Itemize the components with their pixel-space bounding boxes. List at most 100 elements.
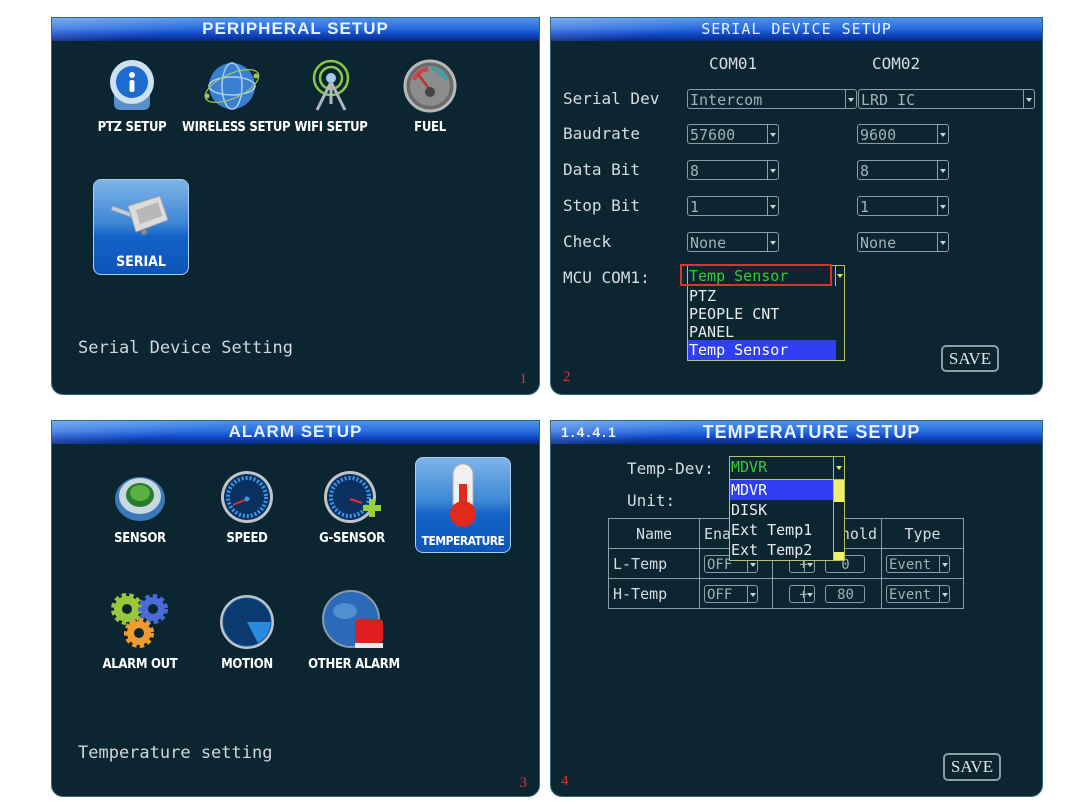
temp-dev-option-mdvr[interactable]: MDVR	[730, 480, 833, 500]
temperature-tile[interactable]: TEMPERATURE	[415, 457, 511, 553]
com01-check-select[interactable]: None	[687, 232, 779, 252]
panel-title: 1.4.4.1 TEMPERATURE SETUP	[551, 421, 1042, 444]
wifi-setup-item[interactable]: WIFI SETUP	[281, 58, 381, 135]
thermometer-icon	[450, 463, 476, 527]
sensor-item[interactable]: SENSOR	[90, 469, 190, 546]
temp-dev-dropdown[interactable]: MDVR MDVR DISK Ext Temp1 Ext Temp2	[729, 456, 845, 561]
temp-dev-option-ext-temp1[interactable]: Ext Temp1	[730, 520, 844, 540]
h-temp-sign-select[interactable]: +	[789, 584, 816, 603]
com02-data-bit-select[interactable]: 8	[857, 160, 949, 180]
chevron-down-icon	[1023, 90, 1034, 108]
save-button[interactable]: SAVE	[941, 345, 999, 372]
serial-device-setup-panel: SERIAL DEVICE SETUP COM01 COM02 Serial D…	[550, 17, 1043, 395]
temp-dev-option-disk[interactable]: DISK	[730, 500, 844, 520]
step-number: 1	[519, 371, 528, 387]
fuel-item[interactable]: FUEL	[380, 58, 480, 135]
serial-dev-label: Serial Dev	[563, 89, 660, 108]
ptz-camera-icon	[110, 60, 154, 110]
chevron-down-icon	[833, 457, 844, 479]
panel-title: SERIAL DEVICE SETUP	[551, 18, 1042, 41]
serial-tile[interactable]: SERIAL	[93, 179, 189, 275]
menu-number: 1.4.4.1	[561, 424, 618, 440]
panel-title: PERIPHERAL SETUP	[52, 18, 539, 41]
peripheral-setup-panel: PERIPHERAL SETUP PTZ SETUP WIRELESS SETU…	[51, 17, 540, 395]
check-label: Check	[563, 232, 612, 251]
chevron-down-icon	[767, 125, 778, 143]
com01-stop-bit-select[interactable]: 1	[687, 196, 779, 216]
mcu-option-people-cnt[interactable]: PEOPLE CNT	[688, 304, 844, 324]
table-row: H-Temp OFF + 80 Event	[608, 578, 964, 609]
wireless-setup-item[interactable]: WIRELESS SETUP	[182, 58, 291, 135]
radar-icon	[220, 595, 274, 649]
mcu-com1-dropdown[interactable]: Temp Sensor PTZ PEOPLE CNT PANEL Temp Se…	[687, 265, 845, 361]
step-number: 2	[563, 369, 571, 385]
h-temp-type-select[interactable]: Event	[886, 584, 950, 603]
scrollbar-thumb[interactable]	[834, 480, 844, 502]
com02-baudrate-select[interactable]: 9600	[857, 124, 949, 144]
temperature-setup-panel: 1.4.4.1 TEMPERATURE SETUP Temp-Dev: Unit…	[550, 420, 1043, 797]
step-number: 3	[519, 775, 528, 791]
ptz-setup-item[interactable]: PTZ SETUP	[82, 58, 182, 135]
column-header-com02: COM02	[872, 54, 921, 73]
temp-dev-current-value[interactable]: MDVR	[730, 457, 844, 479]
row-name: H-Temp	[608, 578, 700, 609]
speed-item[interactable]: SPEED	[197, 469, 297, 546]
chevron-down-icon	[767, 233, 778, 251]
com01-data-bit-select[interactable]: 8	[687, 160, 779, 180]
speedometer-icon	[221, 471, 273, 523]
chevron-down-icon	[845, 90, 856, 108]
alarm-setup-panel: ALARM SETUP SENSOR SPEED G-SENSOR TEMPER…	[51, 420, 540, 797]
globe-network-icon	[204, 62, 260, 110]
row-name: L-Temp	[608, 548, 700, 579]
unit-label: Unit:	[627, 491, 676, 510]
l-temp-type-select[interactable]: Event	[886, 554, 950, 573]
h-temp-enable-select[interactable]: OFF	[704, 584, 758, 603]
chevron-down-icon	[835, 266, 844, 286]
com02-check-select[interactable]: None	[857, 232, 949, 252]
chevron-down-icon	[939, 555, 949, 572]
chevron-down-icon	[937, 233, 948, 251]
com01-baudrate-select[interactable]: 57600	[687, 124, 779, 144]
panel-title: ALARM SETUP	[52, 421, 539, 444]
mcu-com1-label: MCU COM1:	[563, 268, 650, 287]
data-bit-label: Data Bit	[563, 160, 641, 179]
wifi-antenna-icon	[312, 59, 350, 111]
header-type: Type	[881, 518, 964, 549]
chevron-down-icon	[747, 585, 757, 602]
gears-icon	[111, 593, 168, 648]
scroll-down-icon[interactable]	[834, 552, 844, 560]
baudrate-label: Baudrate	[563, 124, 641, 143]
motion-item[interactable]: MOTION	[197, 593, 297, 672]
com02-stop-bit-select[interactable]: 1	[857, 196, 949, 216]
mcu-option-panel[interactable]: PANEL	[688, 322, 844, 342]
com01-serial-dev-select[interactable]: Intercom	[687, 89, 857, 109]
serial-connector-icon	[111, 195, 169, 235]
temp-dev-label: Temp-Dev:	[627, 459, 714, 478]
sensor-icon	[115, 477, 165, 521]
save-button[interactable]: SAVE	[943, 753, 1001, 781]
com02-serial-dev-select[interactable]: LRD IC	[858, 89, 1035, 109]
chevron-down-icon	[937, 125, 948, 143]
temp-dev-option-ext-temp2[interactable]: Ext Temp2	[730, 540, 844, 560]
globe-alarm-icon	[322, 590, 383, 648]
column-header-com01: COM01	[709, 54, 758, 73]
chevron-down-icon	[939, 585, 949, 602]
mcu-com1-current-value[interactable]: Temp Sensor	[688, 266, 844, 286]
stop-bit-label: Stop Bit	[563, 196, 641, 215]
chevron-down-icon	[937, 161, 948, 179]
h-temp-threshold-input[interactable]: 80	[824, 584, 865, 603]
other-alarm-item[interactable]: OTHER ALARM	[304, 589, 404, 672]
mcu-option-ptz[interactable]: PTZ	[688, 286, 844, 306]
fuel-gauge-icon	[403, 59, 457, 113]
step-number: 4	[561, 773, 569, 789]
status-description: Temperature setting	[78, 743, 273, 763]
chevron-down-icon	[804, 585, 814, 602]
chevron-down-icon	[767, 197, 778, 215]
header-name: Name	[608, 518, 700, 549]
alarm-out-item[interactable]: ALARM OUT	[90, 591, 190, 672]
chevron-down-icon	[767, 161, 778, 179]
mcu-option-temp-sensor[interactable]: Temp Sensor	[688, 340, 836, 360]
g-sensor-icon	[324, 471, 381, 523]
g-sensor-item[interactable]: G-SENSOR	[302, 469, 402, 546]
dropdown-scrollbar[interactable]	[833, 480, 844, 560]
